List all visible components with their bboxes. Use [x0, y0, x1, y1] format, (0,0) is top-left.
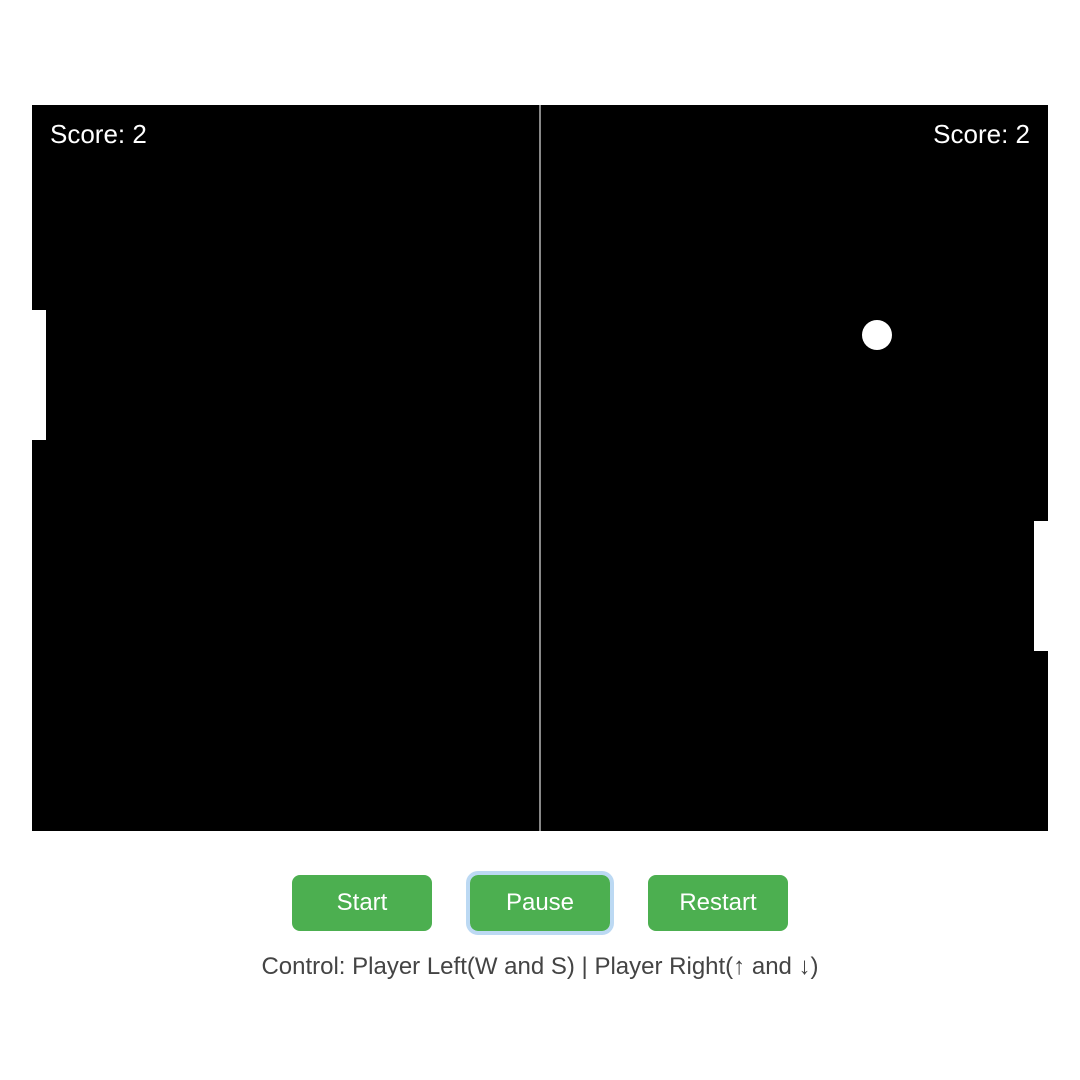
instructions-text: Control: Player Left(W and S) | Player R… [261, 953, 818, 981]
score-left-prefix: Score: [50, 119, 132, 149]
game-area[interactable]: Score: 2 Score: 2 [32, 105, 1048, 831]
center-line [539, 105, 541, 831]
start-button[interactable]: Start [292, 875, 432, 931]
pause-button[interactable]: Pause [470, 875, 610, 931]
ball [862, 320, 892, 350]
score-right-value: 2 [1016, 119, 1030, 149]
score-right: Score: 2 [933, 119, 1030, 150]
score-right-prefix: Score: [933, 119, 1015, 149]
paddle-right [1034, 521, 1048, 651]
score-left-value: 2 [132, 119, 146, 149]
score-left: Score: 2 [50, 119, 147, 150]
controls-bar: Start Pause Restart [292, 875, 788, 931]
paddle-left [32, 310, 46, 440]
restart-button[interactable]: Restart [648, 875, 788, 931]
